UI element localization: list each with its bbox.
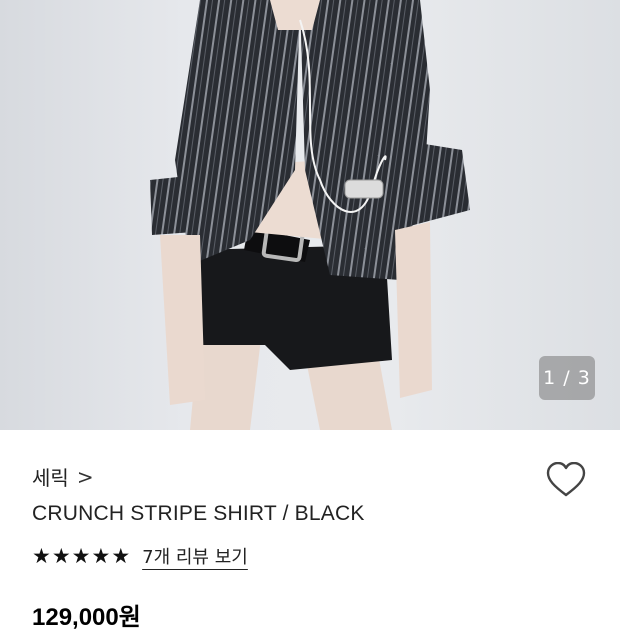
star-icon: ★ <box>111 543 131 568</box>
product-image[interactable]: 1 / 3 <box>0 0 620 430</box>
brand-link[interactable]: 세릭 > <box>32 462 94 491</box>
brand-name: 세릭 <box>32 466 69 490</box>
heart-icon[interactable] <box>546 461 586 502</box>
chevron-right-icon: > <box>76 464 94 489</box>
price: 129,000원 <box>32 604 141 631</box>
rating-row: ★ ★ ★ ★ ★ 7개 리뷰 보기 <box>32 543 248 569</box>
star-rating: ★ ★ ★ ★ ★ <box>32 543 131 568</box>
star-icon: ★ <box>91 543 111 568</box>
model-photo <box>150 0 470 430</box>
star-icon: ★ <box>71 543 91 568</box>
star-icon: ★ <box>32 543 51 568</box>
review-link[interactable]: 7개 리뷰 보기 <box>142 543 248 569</box>
product-title: CRUNCH STRIPE SHIRT / BLACK <box>32 502 365 525</box>
image-counter: 1 / 3 <box>539 356 595 400</box>
star-icon: ★ <box>51 543 71 568</box>
